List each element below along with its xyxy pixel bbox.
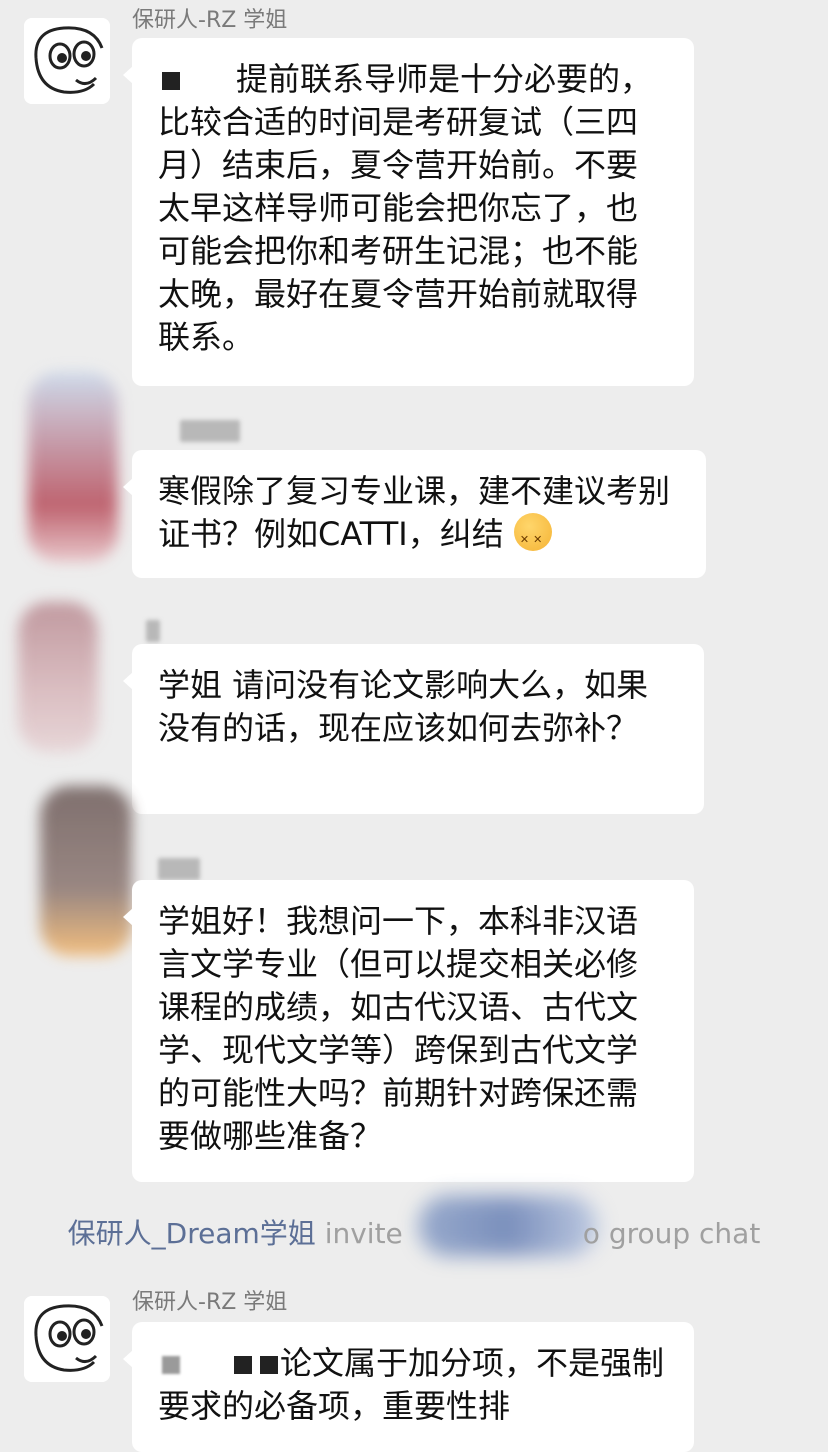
cartoon-face-icon: [24, 18, 110, 104]
message-bubble[interactable]: 学姐 请问没有论文影响大么，如果没有的话，现在应该如何去弥补？: [123, 644, 704, 814]
message-bubble[interactable]: 寒假除了复习专业课，建不建议考别证书？例如CATTI，纠结: [123, 450, 706, 578]
notice-text-start: invite: [315, 1217, 403, 1250]
avatar[interactable]: [24, 1296, 110, 1382]
message-bubble[interactable]: 论文属于加分项，不是强制要求的必备项，重要性排: [123, 1322, 694, 1452]
avatar-blurred[interactable]: [40, 786, 132, 956]
system-notice: 保研人_Dream学姐 invite o group chat: [0, 1212, 828, 1252]
message-bubble[interactable]: 提前联系导师是十分必要的，比较合适的时间是考研复试（三四月）结束后，夏令营开始前…: [123, 38, 694, 386]
sender-name-blurred: [180, 420, 240, 442]
message-bubble[interactable]: 学姐好！我想问一下，本科非汉语言文学专业（但可以提交相关必修课程的成绩，如古代汉…: [123, 880, 694, 1182]
notice-text-end: o group chat: [582, 1217, 761, 1250]
message-text: 学姐 请问没有论文影响大么，如果没有的话，现在应该如何去弥补？: [158, 666, 649, 747]
message-text: 学姐好！我想问一下，本科非汉语言文学专业（但可以提交相关必修课程的成绩，如古代汉…: [158, 902, 639, 1155]
sender-name: 保研人-RZ 学姐: [132, 1290, 288, 1315]
sender-name: 保研人-RZ 学姐: [132, 8, 288, 33]
message-text: 提前联系导师是十分必要的，比较合适的时间是考研复试（三四月）结束后，夏令营开始前…: [158, 60, 653, 356]
avatar-blurred[interactable]: [18, 602, 98, 752]
redaction-mark: [234, 1356, 252, 1374]
sender-name-blurred: [146, 620, 160, 642]
inviter-name[interactable]: 保研人_Dream学姐: [68, 1217, 316, 1250]
avatar-blurred[interactable]: [28, 372, 118, 562]
redaction-mark: [260, 1356, 278, 1374]
message-text: 寒假除了复习专业课，建不建议考别证书？例如CATTI，纠结: [158, 472, 671, 553]
sender-name-blurred: [158, 858, 200, 880]
redaction-mark: [162, 72, 180, 90]
redaction-mark: [162, 1356, 180, 1374]
cartoon-face-icon: [24, 1296, 110, 1382]
avatar[interactable]: [24, 18, 110, 104]
persevering-face-icon: [513, 513, 552, 561]
